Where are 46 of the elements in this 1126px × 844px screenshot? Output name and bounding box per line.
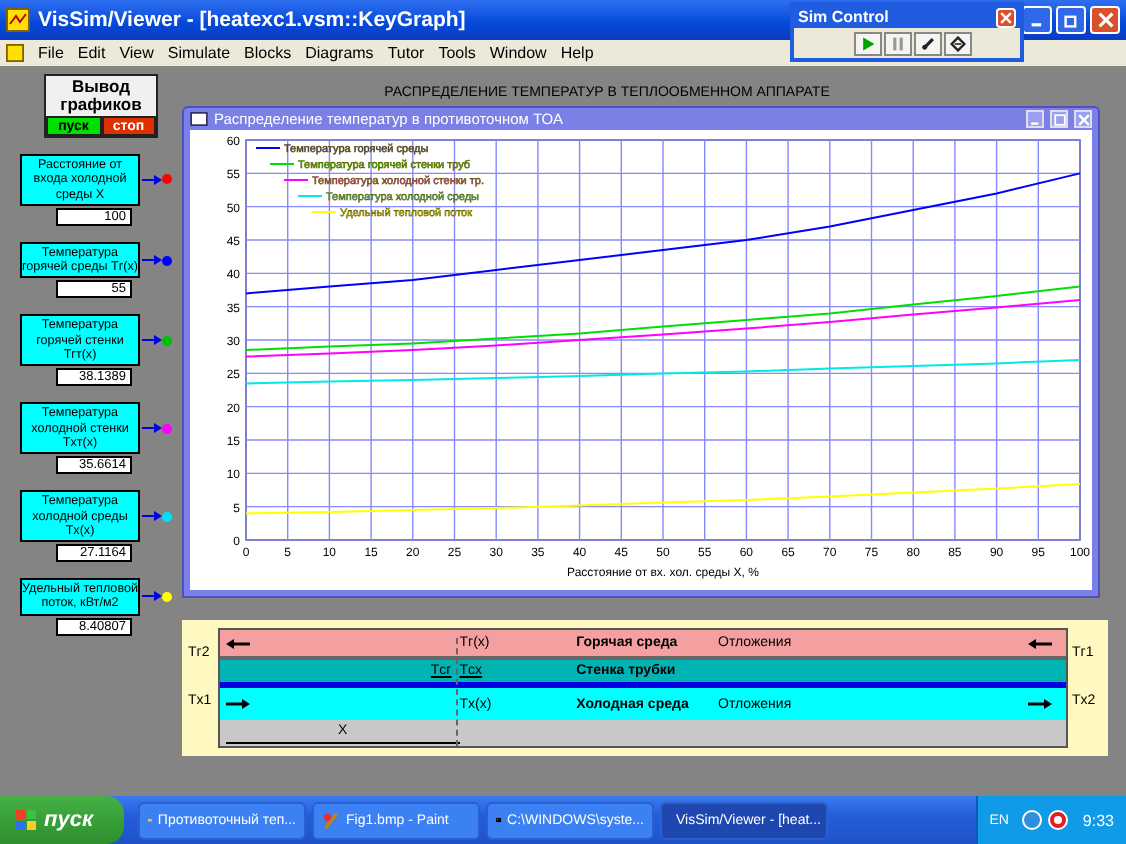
flow-arrow-icon [226,637,250,649]
reset-button[interactable] [944,32,972,56]
document-icon [6,44,24,62]
antivirus-icon[interactable] [1048,810,1069,830]
pause-icon [890,36,906,52]
close-button[interactable] [1074,110,1092,128]
menu-item[interactable]: Tutor [387,44,425,62]
maximize-button[interactable] [1050,110,1068,128]
restore-icon [1063,12,1079,28]
flow-arrow-icon [226,698,250,710]
connector-arrow-icon [142,590,162,603]
menu-item[interactable]: Edit [77,44,106,62]
close-icon [1077,113,1089,125]
close-icon [1097,12,1113,28]
window-icon [190,112,208,126]
window-title: VisSim/Viewer - [heatexc1.vsm::KeyGraph] [38,8,466,32]
app-icon [6,8,30,32]
connector-arrow-icon [142,510,162,523]
menu-item[interactable]: Tools [438,44,476,62]
menu-item[interactable]: Simulate [167,44,231,62]
connector-arrow-icon [142,422,162,435]
menu-item[interactable]: Blocks [244,44,292,62]
flow-arrow-icon [1028,698,1052,710]
wand-icon [920,36,936,52]
maximize-icon [1053,113,1065,125]
menu-item[interactable]: File [38,44,64,62]
connector-arrow-icon [142,173,162,186]
clock: 9:33 [1082,811,1114,829]
restore-button[interactable] [1056,6,1086,34]
menu-item[interactable]: Help [560,44,594,62]
panel-title: Вывод графиков [58,76,144,116]
flow-arrow-icon [1028,637,1052,649]
menu-item[interactable]: Window [489,44,547,62]
play-button[interactable] [854,32,882,56]
network-icon[interactable] [1022,810,1043,830]
diamond-icon [950,36,966,52]
close-icon [1000,11,1012,23]
connector-arrow-icon [142,334,162,347]
connector-arrow-icon [142,254,162,267]
play-icon [860,36,876,52]
step-button[interactable] [914,32,942,56]
menu-item[interactable]: Diagrams [305,44,374,62]
brush-icon [322,811,340,829]
windows-logo-icon [16,810,36,830]
menu-item[interactable]: View [119,44,154,62]
panel-title: Sim Control [798,8,889,26]
